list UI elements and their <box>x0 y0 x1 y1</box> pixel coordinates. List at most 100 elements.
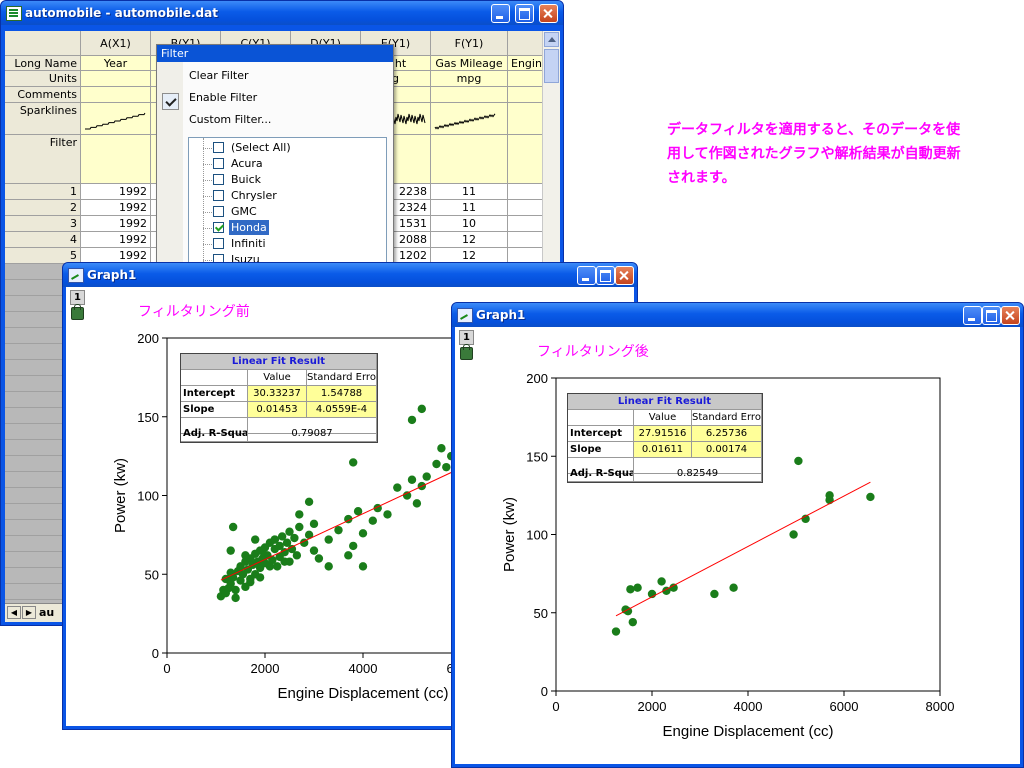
data-point <box>432 459 441 469</box>
checkbox-icon[interactable] <box>213 190 224 201</box>
data-point <box>358 529 368 538</box>
comments-cell[interactable] <box>431 87 508 103</box>
fit-cell <box>568 410 634 426</box>
checkbox-icon[interactable] <box>213 206 224 217</box>
data-cell[interactable]: 10 <box>431 216 508 232</box>
filter-cell[interactable] <box>508 135 545 184</box>
data-point <box>368 516 377 525</box>
tree-branch <box>203 228 212 229</box>
sparkline-cell[interactable] <box>508 103 545 135</box>
long-name-cell[interactable]: Gas Mileage <box>431 56 508 71</box>
sheet-next-button[interactable]: ▶ <box>22 606 36 619</box>
x-axis-label: Engine Displacement (cc) <box>278 685 449 702</box>
scroll-up-icon[interactable] <box>544 32 559 47</box>
units-cell[interactable] <box>81 71 151 87</box>
close-button[interactable] <box>1001 306 1020 325</box>
units-cell[interactable] <box>508 71 545 87</box>
data-cell[interactable]: 12 <box>431 232 508 248</box>
graph1-title-bar[interactable]: Graph1 <box>63 263 637 287</box>
sheet-prev-button[interactable]: ◀ <box>7 606 21 619</box>
fit-cell: Value <box>248 370 307 386</box>
data-point <box>309 519 319 529</box>
data-point <box>295 510 304 519</box>
custom-filter-item[interactable]: Custom Filter... <box>189 113 271 126</box>
data-cell[interactable]: 11 <box>431 184 508 200</box>
column-header[interactable]: F(Y1) <box>431 31 508 56</box>
data-point <box>246 577 255 587</box>
worksheet-app-icon <box>6 6 22 21</box>
data-cell[interactable] <box>508 232 545 248</box>
tree-branch <box>203 148 212 149</box>
corner-cell[interactable] <box>5 31 81 56</box>
filter-cell[interactable] <box>431 135 508 184</box>
maximize-button[interactable] <box>982 306 1001 325</box>
data-point <box>729 583 738 592</box>
data-cell[interactable]: 1992 <box>81 216 151 232</box>
minimize-button[interactable] <box>963 306 982 325</box>
comments-cell[interactable] <box>81 87 151 103</box>
data-cell[interactable]: 1992 <box>81 232 151 248</box>
data-cell[interactable]: 1992 <box>81 184 151 200</box>
units-cell[interactable]: mpg <box>431 71 508 87</box>
row-number[interactable]: 4 <box>5 232 81 248</box>
fit-row: Value Standard Error <box>181 370 377 386</box>
row-label-sparklines: Sparklines <box>5 103 81 135</box>
checked-checkbox-icon[interactable] <box>213 222 224 233</box>
fit-cell: Standard Error <box>692 410 762 426</box>
maximize-button[interactable] <box>596 266 615 285</box>
scroll-thumb[interactable] <box>544 49 559 83</box>
close-button[interactable] <box>615 266 634 285</box>
worksheet-title-bar[interactable]: automobile - automobile.dat <box>1 1 563 25</box>
minimize-icon <box>964 307 981 324</box>
long-name-cell[interactable]: Engin <box>508 56 545 71</box>
data-cell[interactable] <box>508 184 545 200</box>
data-cell[interactable]: 1992 <box>81 200 151 216</box>
checkbox-icon[interactable] <box>213 174 224 185</box>
data-point <box>442 462 451 472</box>
linear-fit-table[interactable]: Linear Fit Result Value Standard Error Inte… <box>180 353 378 443</box>
data-cell[interactable]: 11 <box>431 200 508 216</box>
graph-window-after[interactable]: Graph1 1 フィルタリング後 0 50 100 150 200 0 2000 4000 6… <box>451 302 1024 768</box>
data-cell[interactable] <box>508 200 545 216</box>
data-point <box>358 562 368 571</box>
data-point <box>825 491 834 500</box>
row-number[interactable]: 3 <box>5 216 81 232</box>
sheet-tab[interactable]: au <box>39 606 54 619</box>
row-number[interactable]: 2 <box>5 200 81 216</box>
y-tick-label: 0 <box>152 646 159 661</box>
fit-row: Linear Fit Result <box>568 394 762 410</box>
row-number[interactable]: 1 <box>5 184 81 200</box>
long-name-cell[interactable]: Year <box>81 56 151 71</box>
linear-fit-table[interactable]: Linear Fit Result Value Standard Error Inte… <box>567 393 763 483</box>
maximize-button[interactable] <box>515 4 534 23</box>
tree-line <box>203 138 204 266</box>
clear-filter-item[interactable]: Clear Filter <box>189 69 249 82</box>
data-point <box>231 585 240 595</box>
filter-cell[interactable] <box>81 135 151 184</box>
minimize-button[interactable] <box>577 266 596 285</box>
filter-value-list[interactable]: (Select All) Acura Buick Chrysler GMC Honda In… <box>188 137 387 267</box>
graph-app-icon <box>457 308 473 323</box>
close-icon <box>1002 307 1019 324</box>
comments-cell[interactable] <box>508 87 545 103</box>
checkbox-icon[interactable] <box>213 142 224 153</box>
minimize-button[interactable] <box>491 4 510 23</box>
data-point <box>383 510 392 519</box>
filter-option-label: GMC <box>231 205 257 218</box>
fit-cell: 27.91516 <box>634 426 692 442</box>
graph2-title-bar[interactable]: Graph1 <box>452 303 1023 327</box>
close-button[interactable] <box>539 4 558 23</box>
graph-app-icon <box>68 268 84 283</box>
column-header[interactable]: A(X1) <box>81 31 151 56</box>
data-point <box>710 589 719 599</box>
fit-cell: 0.01453 <box>248 402 307 418</box>
checkbox-icon[interactable] <box>213 238 224 249</box>
column-header[interactable] <box>508 31 545 56</box>
checkbox-icon[interactable] <box>213 158 224 169</box>
data-cell[interactable] <box>508 216 545 232</box>
data-point <box>231 593 240 603</box>
data-point <box>349 541 358 551</box>
enable-filter-item[interactable]: Enable Filter <box>189 91 257 104</box>
fit-row: Slope 0.01611 0.00174 <box>568 442 762 458</box>
data-point <box>669 583 678 592</box>
